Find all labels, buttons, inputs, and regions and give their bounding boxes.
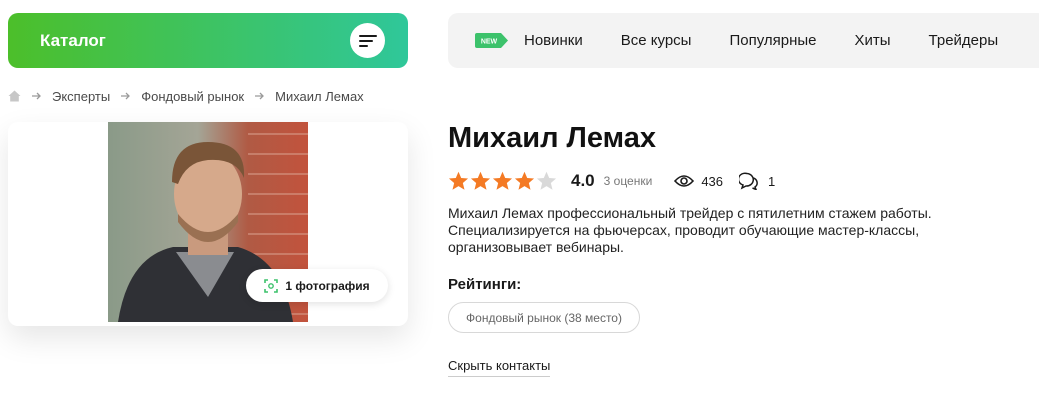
star-filled-icon[interactable] — [470, 171, 491, 191]
star-filled-icon[interactable] — [492, 171, 513, 191]
photos-button[interactable]: 1 фотография — [246, 269, 388, 302]
top-navigation: NEW Новинки Все курсы Популярные Хиты Тр… — [448, 13, 1039, 68]
photo-card: 1 фотография — [8, 122, 408, 326]
star-filled-icon[interactable] — [448, 171, 469, 191]
chevron-right-icon — [120, 91, 131, 101]
rating-tag[interactable]: Фондовый рынок (38 место) — [448, 302, 640, 333]
comments-count: 1 — [768, 173, 776, 189]
catalog-label: Каталог — [40, 30, 106, 50]
catalog-button[interactable]: Каталог — [8, 13, 408, 68]
rating-count: 3 оценки — [603, 174, 653, 188]
star-empty-icon[interactable] — [536, 171, 557, 191]
photos-button-label: 1 фотография — [285, 278, 370, 293]
nav-item-new[interactable]: Новинки — [524, 32, 583, 49]
views-count: 436 — [701, 173, 724, 189]
ratings-title: Рейтинги: — [448, 276, 522, 293]
breadcrumb-current: Михаил Лемах — [275, 88, 364, 104]
breadcrumb: Эксперты Фондовый рынок Михаил Лемах — [8, 88, 364, 104]
comments-icon[interactable] — [739, 172, 759, 190]
chevron-right-icon — [254, 91, 265, 101]
nav-item-hits[interactable]: Хиты — [855, 32, 891, 49]
home-icon[interactable] — [8, 90, 21, 102]
star-filled-icon[interactable] — [514, 171, 535, 191]
scan-icon — [264, 278, 279, 293]
new-badge-text: NEW — [481, 39, 498, 46]
rating-value: 4.0 — [571, 171, 595, 190]
rating-row: 4.0 3 оценки 436 1 — [448, 169, 775, 193]
eye-icon — [674, 174, 695, 188]
expert-name: Михаил Лемах — [448, 122, 656, 154]
breadcrumb-stock-market[interactable]: Фондовый рынок — [141, 89, 244, 104]
menu-lines-icon[interactable] — [350, 23, 385, 58]
nav-item-traders[interactable]: Трейдеры — [929, 32, 999, 49]
nav-item-popular[interactable]: Популярные — [729, 32, 816, 49]
chevron-right-icon — [31, 91, 42, 101]
new-badge: NEW — [475, 33, 509, 48]
breadcrumb-experts[interactable]: Эксперты — [52, 89, 110, 104]
nav-item-all-courses[interactable]: Все курсы — [621, 32, 692, 49]
hide-contacts-link[interactable]: Скрыть контакты — [448, 358, 551, 377]
expert-description: Михаил Лемах профессиональный трейдер с … — [448, 205, 932, 255]
rating-stars[interactable] — [448, 171, 557, 191]
